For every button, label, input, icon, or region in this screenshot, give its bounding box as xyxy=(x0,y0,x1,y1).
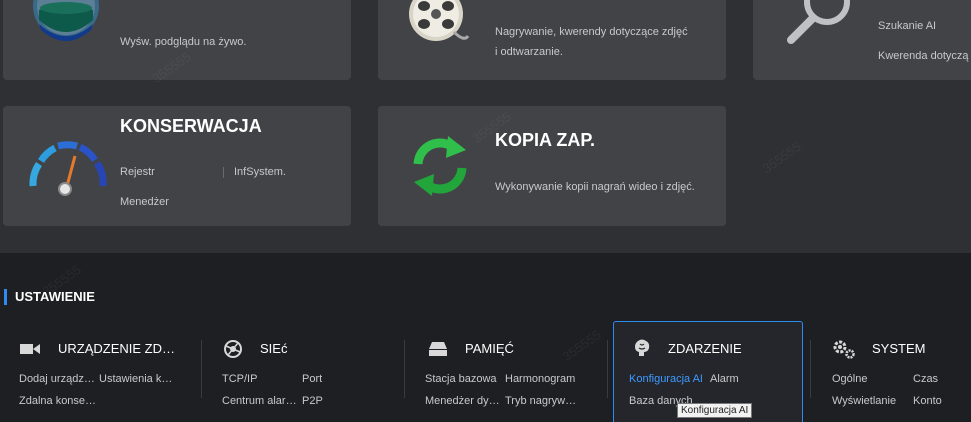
base-station-link[interactable]: Stacja bazowa xyxy=(425,373,497,385)
time-link[interactable]: Czas xyxy=(913,373,938,385)
separator xyxy=(223,167,224,178)
backup-desc: Wykonywanie kopii nagrań wideo i zdjęć. xyxy=(495,181,695,193)
ai-config-link[interactable]: Konfiguracja AI xyxy=(629,373,703,385)
system-label: SYSTEM xyxy=(872,341,926,356)
log-link[interactable]: Rejestr xyxy=(120,162,155,182)
watermark: 355555 xyxy=(759,138,804,177)
settings-column-storage[interactable]: PAMIĘĆ Stacja bazowa Harmonogram Menedże… xyxy=(405,317,605,421)
manager-link[interactable]: Menedżer xyxy=(120,192,169,212)
settings-panel: USTAWIENIE URZĄDZENIE ZD… Dodaj urządz… … xyxy=(0,253,971,422)
backup-card[interactable]: KOPIA ZAP. Wykonywanie kopii nagrań wide… xyxy=(378,106,726,226)
network-label: SIEć xyxy=(260,341,288,356)
backup-title: KOPIA ZAP. xyxy=(495,130,596,150)
playback-desc-line1: Nagrywanie, kwerendy dotyczące zdjęć xyxy=(495,26,688,38)
live-view-desc: Wyśw. podglądu na żywo. xyxy=(120,36,247,48)
column-divider xyxy=(810,340,811,398)
account-link[interactable]: Konto xyxy=(913,395,942,407)
general-link[interactable]: Ogólne xyxy=(832,373,867,385)
gears-icon xyxy=(833,340,855,359)
column-divider xyxy=(607,340,608,398)
device-label: URZĄDZENIE ZD… xyxy=(58,341,175,356)
ai-query-link[interactable]: Kwerenda dotyczą xyxy=(878,46,969,66)
camera-icon xyxy=(20,344,40,354)
alarm-center-link[interactable]: Centrum alar… xyxy=(222,395,297,407)
settings-column-system[interactable]: SYSTEM Ogólne Czas Wyświetlanie Konto xyxy=(812,317,971,421)
playback-desc-line2: i odtwarzanie. xyxy=(495,46,563,58)
event-label: ZDARZENIE xyxy=(668,341,742,356)
system-header[interactable]: SYSTEM xyxy=(812,339,971,359)
remote-console-link[interactable]: Zdalna konse… xyxy=(19,395,96,407)
system-info-link[interactable]: InfSystem. xyxy=(234,162,286,182)
event-header[interactable]: ZDARZENIE xyxy=(614,339,802,359)
tooltip: Konfiguracja AI xyxy=(677,403,753,418)
display-link[interactable]: Wyświetlanie xyxy=(832,395,896,407)
playback-card[interactable]: Nagrywanie, kwerendy dotyczące zdjęć i o… xyxy=(378,0,726,80)
network-header[interactable]: SIEć xyxy=(202,339,402,359)
storage-header[interactable]: PAMIĘĆ xyxy=(405,339,605,359)
record-mode-link[interactable]: Tryb nagryw… xyxy=(505,395,576,407)
port-link[interactable]: Port xyxy=(302,373,322,385)
storage-icon xyxy=(429,342,447,356)
schedule-link[interactable]: Harmonogram xyxy=(505,373,575,385)
live-view-card[interactable]: Wyśw. podglądu na żywo. xyxy=(3,0,351,80)
maintenance-card[interactable]: KONSERWACJA Rejestr InfSystem. Menedżer xyxy=(3,106,351,226)
sync-arrows-icon xyxy=(413,136,467,196)
ai-search-link[interactable]: Szukanie AI xyxy=(878,16,936,36)
live-view-icon xyxy=(33,0,99,41)
device-header[interactable]: URZĄDZENIE ZD… xyxy=(0,339,200,359)
settings-column-network[interactable]: SIEć TCP/IP Port Centrum alar… P2P xyxy=(202,317,402,421)
alarm-link[interactable]: Alarm xyxy=(710,373,739,385)
magnifier-icon xyxy=(787,0,850,44)
p2p-link[interactable]: P2P xyxy=(302,395,323,407)
maintenance-title: KONSERWACJA xyxy=(120,116,262,136)
settings-column-device[interactable]: URZĄDZENIE ZD… Dodaj urządz… Ustawienia … xyxy=(0,317,200,421)
tcpip-link[interactable]: TCP/IP xyxy=(222,373,257,385)
camera-settings-link[interactable]: Ustawienia k… xyxy=(99,373,172,385)
main-menu-area: Wyśw. podglądu na żywo. Nagrywanie, kwer… xyxy=(0,0,971,253)
brain-icon xyxy=(635,339,650,356)
network-icon xyxy=(224,340,242,358)
film-reel-icon xyxy=(409,0,470,41)
ai-search-card[interactable]: Szukanie AI Kwerenda dotyczą xyxy=(753,0,971,80)
storage-label: PAMIĘĆ xyxy=(465,341,514,356)
settings-title: USTAWIENIE xyxy=(4,289,95,305)
disk-manager-link[interactable]: Menedżer dy… xyxy=(425,395,500,407)
gauge-icon xyxy=(29,141,107,196)
add-device-link[interactable]: Dodaj urządz… xyxy=(19,373,95,385)
